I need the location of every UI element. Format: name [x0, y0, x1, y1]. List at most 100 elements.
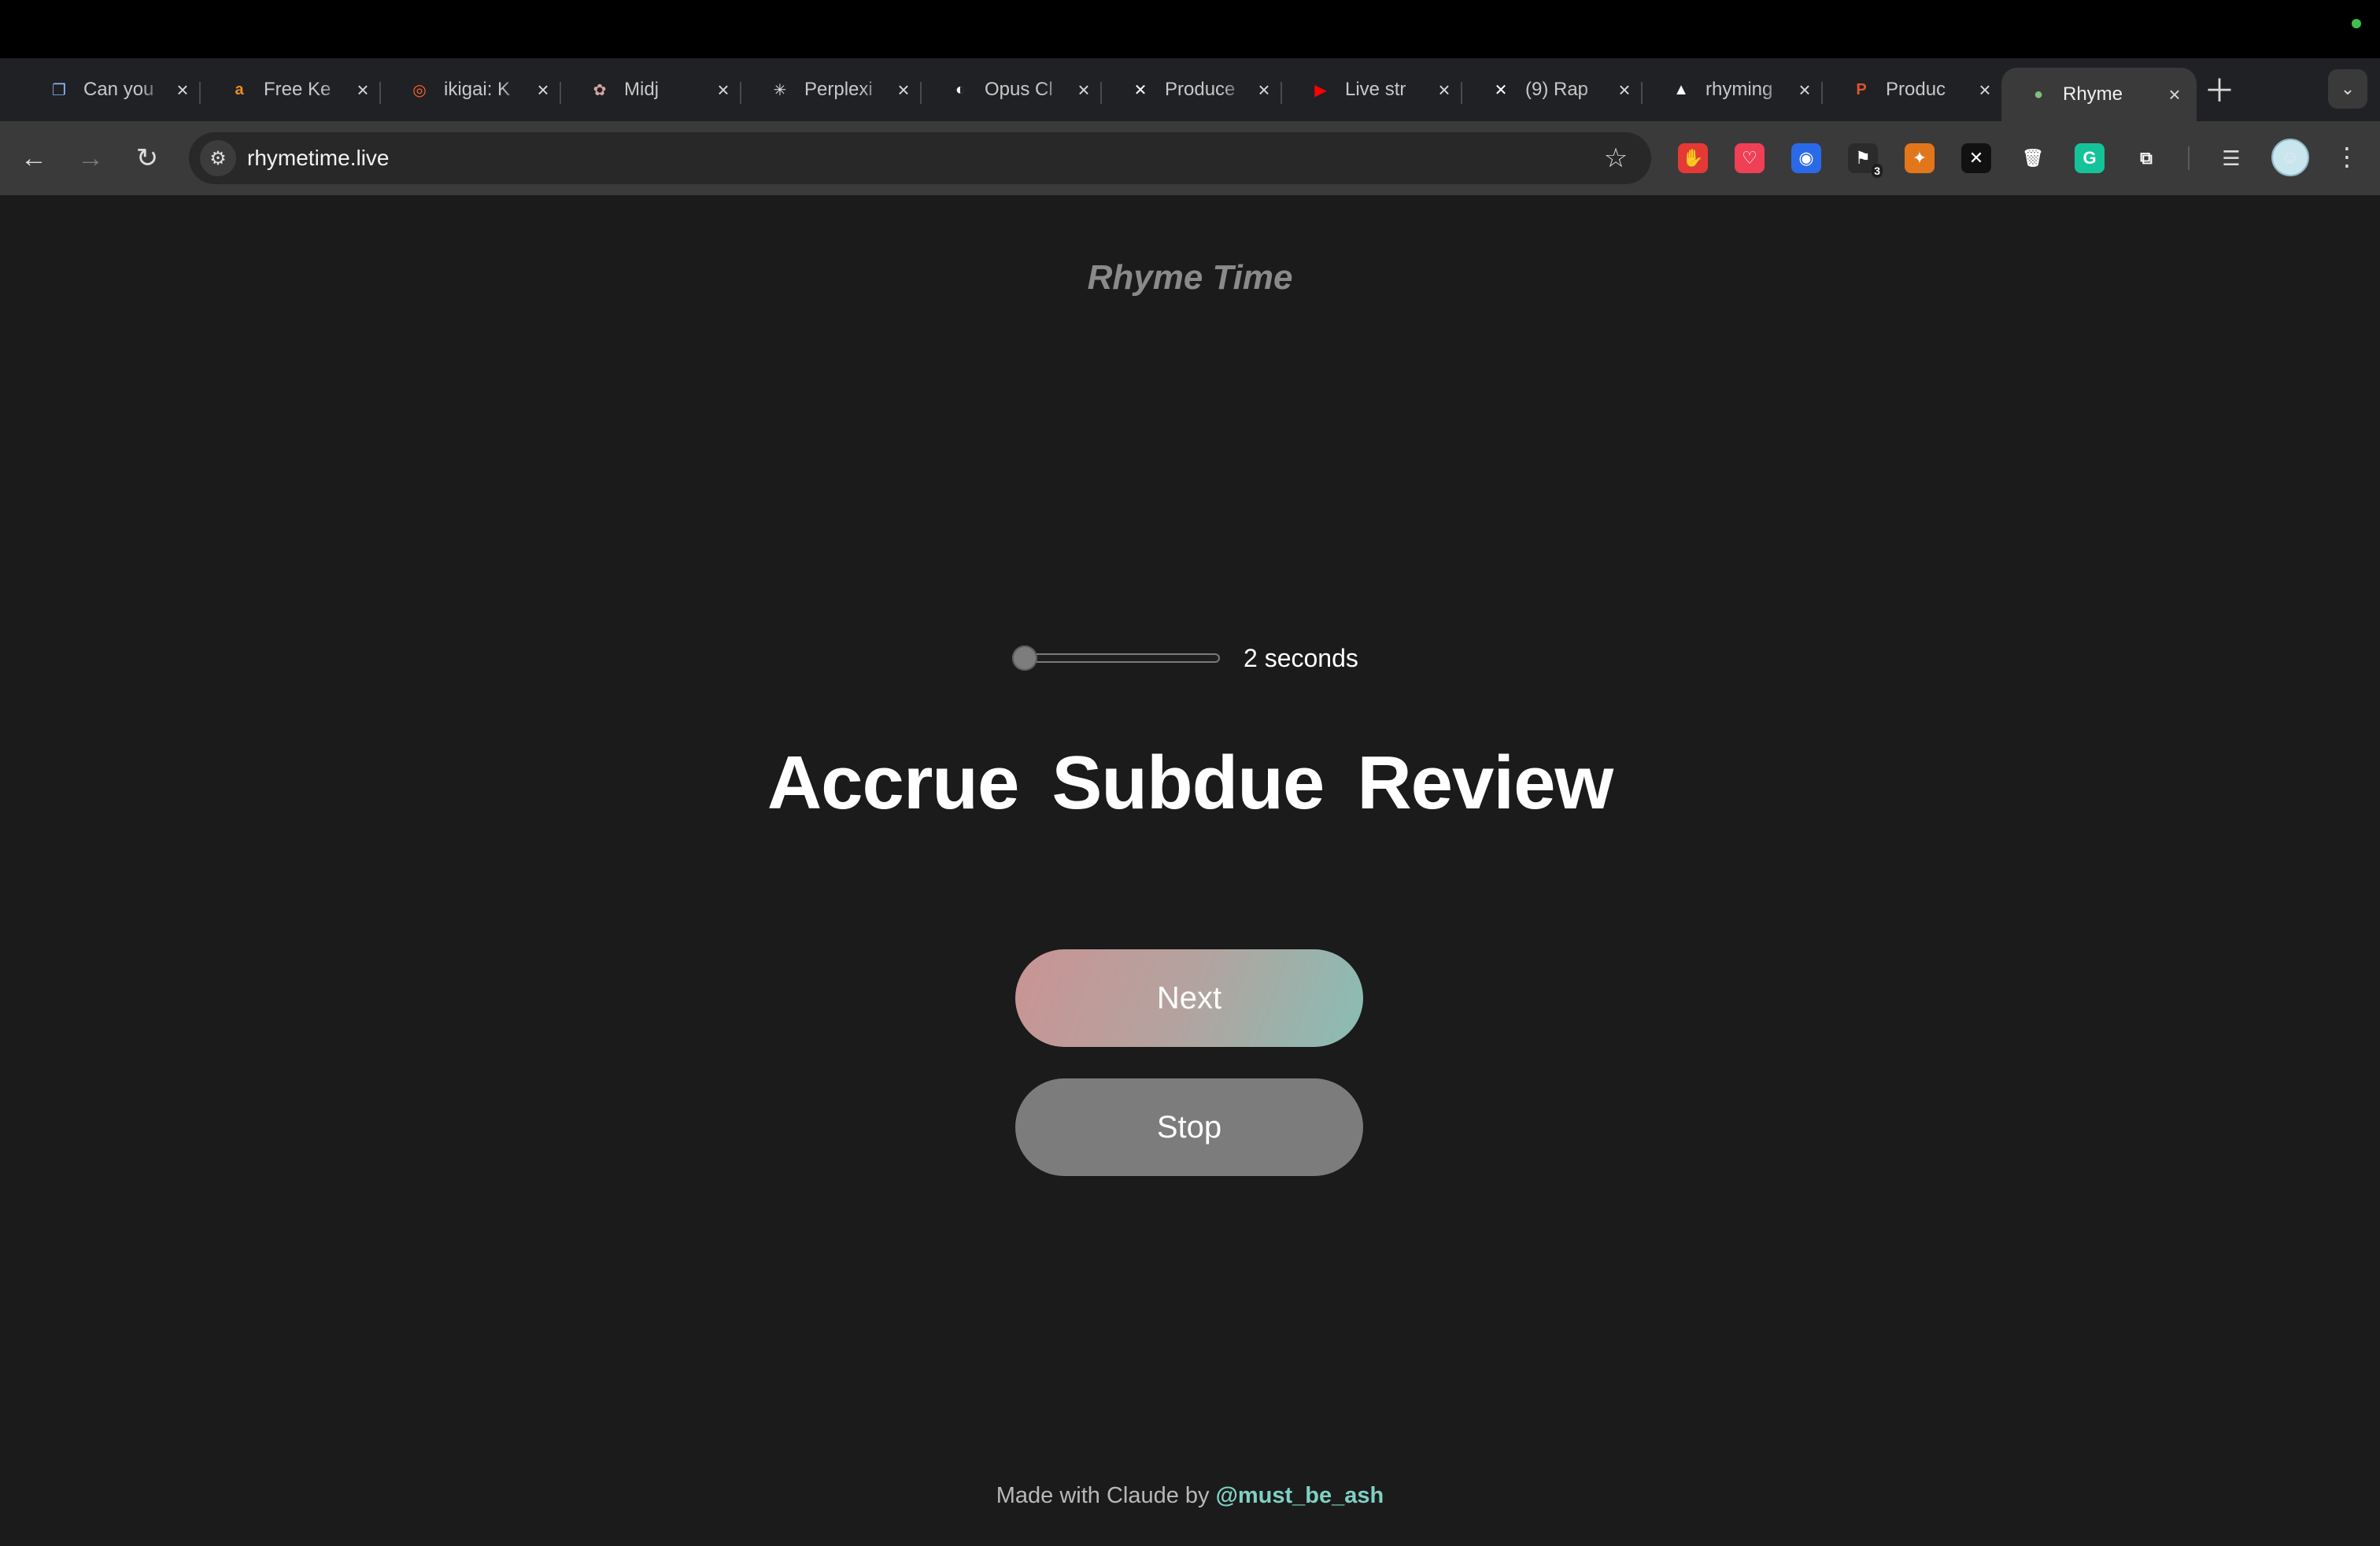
- tab-separator: [560, 82, 561, 104]
- tab-separator: [1461, 82, 1462, 104]
- new-tab-button[interactable]: ＋: [2202, 71, 2237, 109]
- profile-avatar[interactable]: ☺: [2271, 139, 2309, 176]
- close-tab-icon[interactable]: ×: [1974, 78, 1996, 102]
- browser-menu-icon[interactable]: ⋮: [2331, 137, 2363, 176]
- interval-slider-track[interactable]: [1017, 653, 1220, 663]
- metamask-icon[interactable]: ✦: [1905, 143, 1935, 173]
- close-tab-icon[interactable]: ×: [1253, 78, 1275, 102]
- trash-icon[interactable]: 🗑: [2018, 143, 2048, 173]
- puzzle-icon[interactable]: ⧉: [2131, 143, 2161, 173]
- rhyme-word: Subdue: [1051, 741, 1325, 825]
- camera-indicator-dot: [2352, 19, 2361, 28]
- close-tab-icon[interactable]: ×: [1613, 78, 1635, 102]
- producthunt-icon: P: [1856, 80, 1867, 98]
- tab-title: Live str: [1345, 79, 1406, 100]
- author-link[interactable]: @must_be_ash: [1216, 1483, 1384, 1508]
- screen: ❐ Can you × a Free Ke × ◎ ikigai: K × ✿ Midj × ✳ Perp…: [0, 0, 2380, 1546]
- rhyme-word: Accrue: [767, 741, 1019, 825]
- browser-tab[interactable]: ✕ Produce ×: [1107, 68, 1286, 112]
- onepassword-icon[interactable]: ◉: [1791, 143, 1821, 173]
- interval-label: 2 seconds: [1244, 644, 1358, 672]
- browser-tab[interactable]: ▲ rhyming ×: [1647, 68, 1827, 112]
- back-button[interactable]: ←: [14, 139, 54, 178]
- site-info-icon[interactable]: ⚙: [200, 140, 236, 176]
- toolbar-divider: [2188, 146, 2190, 170]
- tab-title: Midj: [624, 79, 660, 100]
- close-tab-icon[interactable]: ×: [172, 78, 194, 102]
- amazon-icon: a: [235, 80, 244, 98]
- close-tab-icon[interactable]: ×: [1433, 78, 1455, 102]
- tab-title: rhyming: [1706, 79, 1773, 100]
- tab-separator: [1281, 82, 1282, 104]
- extension-badge-icon[interactable]: ⚑ 3: [1848, 143, 1883, 178]
- stop-button[interactable]: Stop: [1015, 1078, 1363, 1176]
- browser-tab[interactable]: ✿ Midj ×: [566, 68, 745, 112]
- tab-separator: [199, 82, 201, 104]
- tab-title: Rhyme: [2063, 83, 2123, 105]
- tab-separator: [920, 82, 922, 104]
- reading-list-icon[interactable]: ☰: [2216, 143, 2246, 173]
- macos-menu-bar: [0, 0, 2380, 58]
- tab-title: Opus Cl: [985, 79, 1053, 100]
- close-tab-icon[interactable]: ×: [893, 78, 915, 102]
- extension-badge: 3: [1872, 164, 1883, 178]
- tab-separator: [379, 82, 381, 104]
- browser-tab[interactable]: ▶ Live str ×: [1287, 68, 1466, 112]
- tab-title: Produc: [1886, 79, 1946, 100]
- tab-title: Can you: [83, 79, 154, 100]
- midjourney-icon: ✿: [593, 81, 607, 99]
- site-title: Rhyme Time: [1087, 258, 1293, 297]
- adblock-icon[interactable]: ✋: [1678, 143, 1708, 173]
- next-button[interactable]: Next: [1015, 949, 1363, 1047]
- x-icon: ✕: [1494, 81, 1508, 99]
- browser-toolbar: ← → ↻ ⚙ rhymetime.live ☆ ✋ ♡ ◉ ⚑ 3 ✦ ✕ 🗑 G ⧉ ☰: [0, 121, 2380, 195]
- tab-separator: [740, 82, 741, 104]
- rhyme-words: Accrue Subdue Review: [0, 732, 2380, 834]
- tab-title: Produce: [1165, 79, 1236, 100]
- address-bar[interactable]: ⚙ rhymetime.live ☆: [189, 132, 1651, 184]
- tab-title: Free Ke: [264, 79, 331, 100]
- semrush-icon: ◎: [412, 81, 427, 99]
- bookmark-star-icon[interactable]: ☆: [1598, 140, 1634, 176]
- browser-tab[interactable]: ✳ Perplexi ×: [746, 68, 926, 112]
- x-ext-icon[interactable]: ✕: [1961, 143, 1991, 173]
- tab-title: (9) Rap: [1525, 79, 1589, 100]
- x-icon: ✕: [1133, 81, 1148, 99]
- perplexity-icon: ✳: [773, 81, 787, 99]
- close-tab-icon[interactable]: ×: [712, 78, 734, 102]
- pocket-icon[interactable]: ♡: [1735, 143, 1765, 173]
- opus-icon: ◐: [955, 80, 966, 98]
- close-tab-icon[interactable]: ×: [352, 78, 374, 102]
- tab-strip: ❐ Can you × a Free Ke × ◎ ikigai: K × ✿ Midj × ✳ Perp…: [0, 58, 2380, 121]
- close-tab-icon[interactable]: ×: [1794, 78, 1816, 102]
- footer: Made with Claude by @must_be_ash: [0, 1483, 2380, 1509]
- browser-tab[interactable]: ◎ ikigai: K ×: [386, 68, 565, 112]
- close-tab-icon[interactable]: ×: [1073, 78, 1095, 102]
- tab-search-button[interactable]: ⌄: [2328, 69, 2367, 109]
- tab-separator: [1100, 82, 1102, 104]
- close-tab-icon[interactable]: ×: [2164, 83, 2186, 106]
- tab-separator: [1821, 82, 1823, 104]
- interval-slider-row: 2 seconds: [0, 634, 2380, 682]
- docs-icon: ❐: [52, 81, 66, 99]
- browser-tab[interactable]: P Produc ×: [1828, 68, 2007, 112]
- tab-separator: [1641, 82, 1643, 104]
- browser-tab[interactable]: ◐ Opus Cl ×: [926, 68, 1106, 112]
- browser-tab[interactable]: a Free Ke ×: [205, 68, 385, 112]
- url-text[interactable]: rhymetime.live: [247, 132, 389, 184]
- browser-tab[interactable]: ● Rhyme ×: [2001, 68, 2197, 121]
- close-tab-icon[interactable]: ×: [532, 78, 554, 102]
- tab-title: Perplexi: [804, 79, 873, 100]
- vercel-icon: ▲: [1673, 80, 1689, 98]
- forward-button[interactable]: →: [71, 139, 110, 178]
- interval-slider-thumb[interactable]: [1012, 645, 1037, 671]
- tab-title: ikigai: K: [444, 79, 511, 100]
- browser-tab[interactable]: ✕ (9) Rap ×: [1467, 68, 1646, 112]
- reload-button[interactable]: ↻: [128, 139, 167, 178]
- footer-text: Made with Claude by: [996, 1483, 1216, 1508]
- rhyme-word: Review: [1357, 741, 1613, 825]
- grammarly-icon[interactable]: G: [2075, 143, 2105, 173]
- browser-tab[interactable]: ❐ Can you ×: [25, 68, 205, 112]
- site-icon: ●: [2033, 85, 2044, 103]
- youtube-icon: ▶: [1314, 81, 1327, 99]
